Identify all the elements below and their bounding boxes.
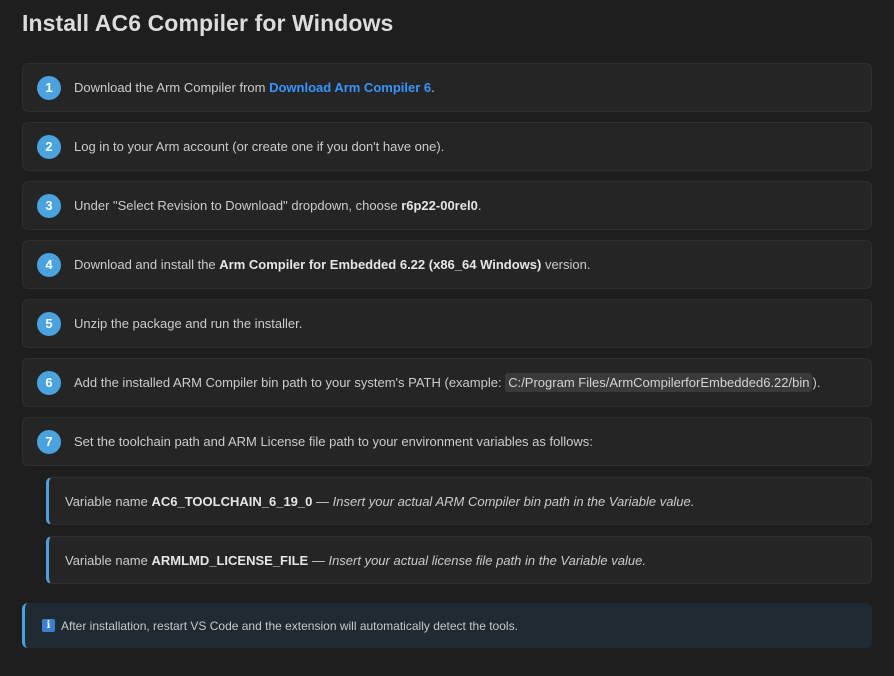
step-text-part: .	[477, 198, 482, 213]
step-text: Add the installed ARM Compiler bin path …	[74, 373, 821, 392]
step-text-part: .	[431, 80, 435, 95]
step-4: 4 Download and install the Arm Compiler …	[22, 240, 872, 289]
step-number-badge: 7	[37, 429, 61, 454]
example-path-code: C:/Program Files/ArmCompilerforEmbedded6…	[505, 373, 813, 392]
variable-card-license: Variable name ARMLMD_LICENSE_FILE — Inse…	[46, 536, 872, 584]
variable-prefix: Variable name	[65, 493, 152, 509]
step-text: Download and install the Arm Compiler fo…	[74, 257, 590, 272]
step-text: Unzip the package and run the installer.	[74, 316, 303, 331]
variable-separator: —	[312, 493, 333, 509]
variable-prefix: Variable name	[65, 552, 152, 568]
variable-description: Insert your actual ARM Compiler bin path…	[332, 493, 695, 509]
step-1: 1 Download the Arm Compiler from Downloa…	[22, 63, 872, 112]
variables-list: Variable name AC6_TOOLCHAIN_6_19_0 — Ins…	[46, 477, 872, 595]
step-number-badge: 6	[37, 370, 61, 395]
step-text-part: Download the Arm Compiler from	[74, 80, 270, 95]
step-2: 2 Log in to your Arm account (or create …	[22, 122, 872, 171]
step-number-badge: 5	[37, 311, 61, 336]
info-icon: i	[42, 619, 55, 632]
step-number-badge: 4	[37, 252, 61, 277]
step-text-part: Download and install the	[74, 257, 220, 272]
variable-card-toolchain: Variable name AC6_TOOLCHAIN_6_19_0 — Ins…	[46, 477, 872, 525]
revision-name: r6p22-00rel0	[401, 198, 478, 213]
page-title: Install AC6 Compiler for Windows	[22, 10, 394, 36]
step-5: 5 Unzip the package and run the installe…	[22, 299, 872, 348]
step-6: 6 Add the installed ARM Compiler bin pat…	[22, 358, 872, 407]
step-text-part: Under "Select Revision to Download" drop…	[74, 198, 402, 213]
step-text: Set the toolchain path and ARM License f…	[74, 434, 593, 449]
step-text-part: Add the installed ARM Compiler bin path …	[74, 375, 506, 390]
variable-name: AC6_TOOLCHAIN_6_19_0	[151, 493, 313, 509]
step-3: 3 Under "Select Revision to Download" dr…	[22, 181, 872, 230]
step-text: Under "Select Revision to Download" drop…	[74, 198, 481, 213]
compiler-version-name: Arm Compiler for Embedded 6.22 (x86_64 W…	[219, 257, 542, 272]
step-text: Log in to your Arm account (or create on…	[74, 139, 445, 154]
step-number-badge: 2	[37, 134, 61, 159]
info-notice: i After installation, restart VS Code an…	[22, 603, 872, 648]
notice-text: After installation, restart VS Code and …	[61, 618, 518, 633]
download-arm-compiler-link[interactable]: Download Arm Compiler 6	[269, 80, 431, 95]
variable-separator: —	[308, 552, 329, 568]
variable-name: ARMLMD_LICENSE_FILE	[151, 552, 309, 568]
step-text-part: ).	[812, 375, 821, 390]
variable-description: Insert your actual license file path in …	[328, 552, 646, 568]
step-number-badge: 3	[37, 193, 61, 218]
step-text: Download the Arm Compiler from Download …	[74, 80, 435, 95]
step-7: 7 Set the toolchain path and ARM License…	[22, 417, 872, 466]
step-number-badge: 1	[37, 75, 61, 100]
steps-list: 1 Download the Arm Compiler from Downloa…	[22, 63, 872, 476]
step-text-part: version.	[541, 257, 591, 272]
